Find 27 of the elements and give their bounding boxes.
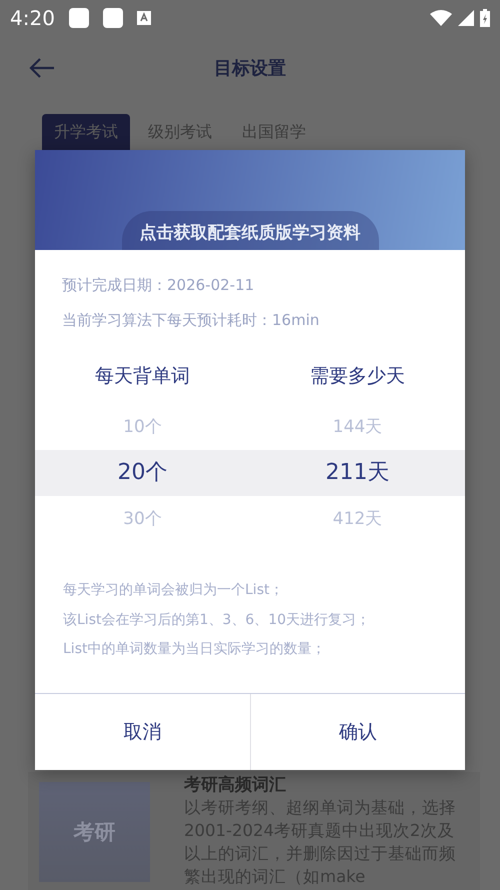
- back-arrow-icon[interactable]: [28, 56, 56, 80]
- cancel-button[interactable]: 取消: [35, 694, 250, 770]
- picker-option[interactable]: 10个: [35, 404, 250, 450]
- clock: 4:20: [10, 6, 55, 30]
- picker-option[interactable]: 412天: [250, 496, 465, 542]
- book-title: 考研高频词汇: [184, 774, 287, 796]
- battery-icon: [480, 9, 490, 27]
- materials-button[interactable]: 点击获取配套纸质版学习资料: [122, 211, 378, 250]
- note-text: 该List会在学习后的第1、3、6、10天进行复习；: [63, 610, 372, 630]
- info-text: 预计完成日期：2026-02-11: [62, 275, 256, 296]
- keyboard-icon: [136, 11, 151, 25]
- confirm-button[interactable]: 确认: [250, 694, 465, 770]
- picker-option[interactable]: 20个: [35, 450, 250, 496]
- picker-option[interactable]: 30个: [35, 496, 250, 542]
- column-header: 每天背单词: [95, 364, 190, 389]
- note-text: List中的单词数量为当日实际学习的数量；: [63, 640, 326, 659]
- note-text: 每天学习的单词会被归为一个List；: [63, 581, 284, 600]
- signal-icon: [458, 10, 474, 26]
- picker-option[interactable]: 211天: [250, 450, 465, 496]
- column-header: 需要多少天: [310, 364, 405, 389]
- wifi-icon: [430, 10, 452, 26]
- info-text: 当前学习算法下每天预计耗时：16min: [62, 310, 320, 331]
- page-title: 目标设置: [214, 57, 286, 80]
- notification-icon: [102, 8, 123, 28]
- tab[interactable]: 升学考试: [42, 114, 130, 150]
- picker-option[interactable]: 144天: [250, 404, 465, 450]
- notification-icon: [68, 8, 89, 28]
